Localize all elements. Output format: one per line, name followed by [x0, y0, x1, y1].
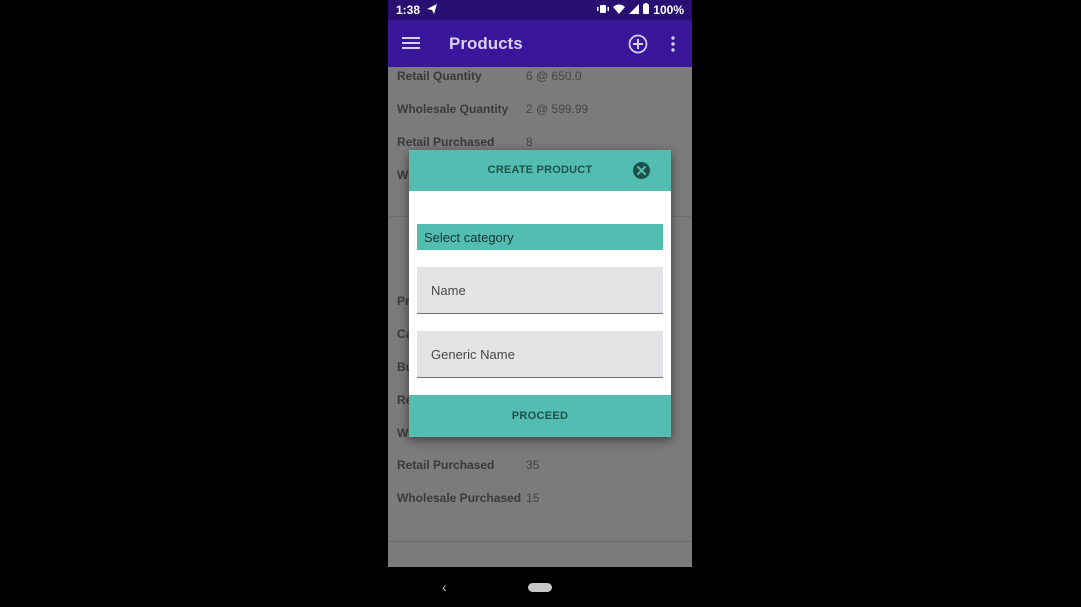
close-icon[interactable] [633, 162, 650, 179]
app-bar: Products [388, 20, 692, 67]
page-title: Products [449, 34, 523, 53]
more-vert-icon[interactable] [668, 35, 678, 53]
detail-label-partial: Pr [397, 294, 410, 308]
vibrate-icon [597, 3, 610, 17]
battery-percent: 100% [653, 3, 684, 17]
telegram-icon [426, 3, 438, 18]
list-item: Retail Purchased 35 [397, 458, 687, 476]
detail-value: 6 @ 650.0 [526, 69, 582, 83]
detail-value: 8 [526, 135, 533, 149]
status-bar: 1:38 100% [388, 0, 692, 20]
proceed-button[interactable]: PROCEED [409, 395, 671, 437]
add-circle-icon[interactable] [628, 34, 648, 54]
system-nav-bar: ‹ [388, 567, 692, 607]
list-item: Wholesale Quantity 2 @ 599.99 [397, 102, 687, 120]
wifi-icon [613, 3, 626, 17]
detail-label: Retail Purchased [397, 135, 495, 149]
dialog-header: CREATE PRODUCT [409, 150, 671, 191]
create-product-dialog: CREATE PRODUCT Select category Name Gene… [409, 150, 671, 437]
status-time: 1:38 [396, 3, 421, 17]
name-field[interactable]: Name [417, 267, 663, 314]
list-item: Wholesale Purchased 15 [397, 491, 687, 509]
battery-icon [643, 3, 650, 17]
list-item: Retail Quantity 6 @ 650.0 [397, 69, 687, 87]
detail-value: 2 @ 599.99 [526, 102, 589, 116]
detail-label: Wholesale Quantity [397, 102, 509, 116]
hamburger-menu-icon[interactable] [402, 34, 420, 52]
dialog-title: CREATE PRODUCT [487, 164, 593, 176]
status-icons: 100% [597, 3, 684, 17]
category-select[interactable]: Select category [417, 224, 663, 250]
generic-name-field[interactable]: Generic Name [417, 331, 663, 378]
detail-value: 15 [526, 491, 540, 505]
detail-label: Retail Quantity [397, 69, 482, 83]
detail-label: Wholesale Purchased [397, 491, 522, 505]
detail-value: 35 [526, 458, 540, 472]
detail-label: Retail Purchased [397, 458, 495, 472]
home-pill-icon[interactable] [528, 583, 552, 592]
card-divider [388, 541, 692, 542]
back-chevron-icon[interactable]: ‹ [442, 579, 447, 595]
signal-icon [629, 3, 640, 17]
